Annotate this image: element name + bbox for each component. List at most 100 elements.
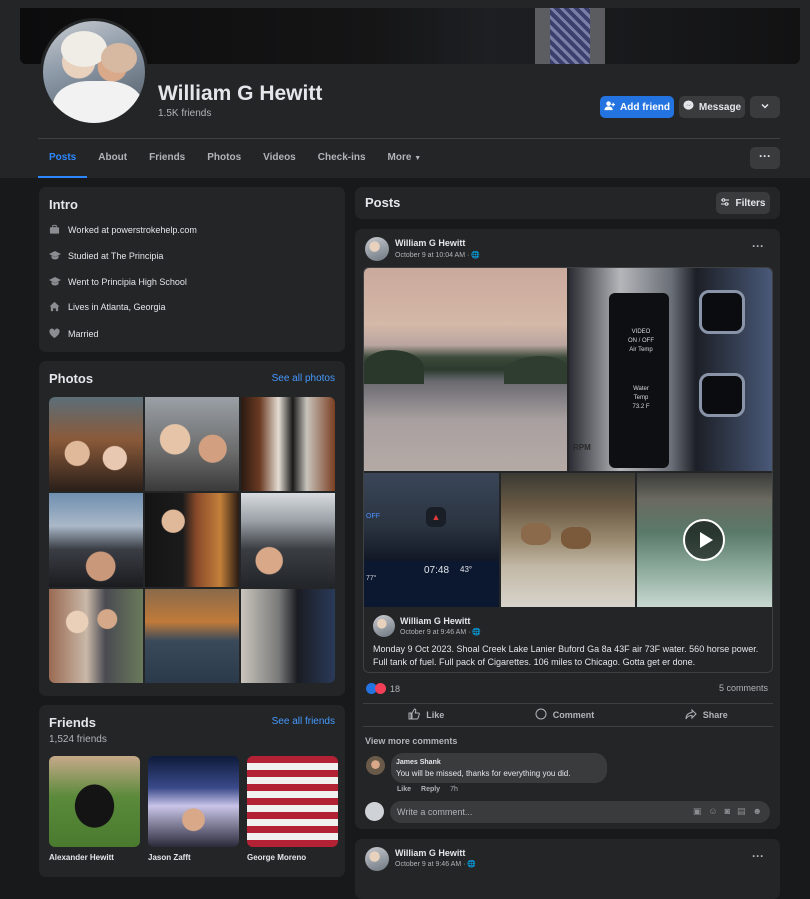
dash-temp-label: Temp: [633, 395, 649, 401]
post-timestamp[interactable]: October 9 at 9:46 AM ·: [395, 861, 467, 868]
photo-thumbnail[interactable]: [241, 493, 335, 587]
dash-air-temp-label: Air Temp: [629, 347, 653, 353]
dash-button: [699, 290, 745, 334]
photo-thumbnail[interactable]: [145, 493, 239, 587]
tab-more-label: More: [387, 152, 412, 163]
comment-bubble-icon: [535, 708, 547, 722]
see-all-friends-link[interactable]: See all friends: [272, 716, 335, 727]
shared-post-meta[interactable]: October 9 at 9:46 AM · 🌐: [400, 628, 481, 636]
post-meta[interactable]: October 9 at 9:46 AM · 🌐: [395, 860, 476, 868]
post-author-name[interactable]: William G Hewitt: [395, 848, 465, 858]
post-author-name[interactable]: William G Hewitt: [395, 238, 465, 248]
post-author-avatar[interactable]: [365, 237, 389, 261]
post-author-avatar[interactable]: [365, 847, 389, 871]
post-photo-dashboard[interactable]: VIDEO ON / OFF Air Temp Water Temp 73.2 …: [569, 268, 772, 471]
friend-name[interactable]: Alexander Hewitt: [49, 853, 140, 862]
comment-reply-link[interactable]: Reply: [421, 786, 440, 793]
home-icon: [49, 301, 60, 312]
avatar-sticker-icon[interactable]: ☻: [753, 806, 762, 817]
intro-work-text: Worked at powerstrokehelp.com: [68, 224, 197, 235]
post-action-bar: Like Comment Share: [363, 703, 773, 727]
comment-time[interactable]: 7h: [450, 786, 458, 793]
post-photo-car-dash[interactable]: OFF ▲ 07:48 43° 77°: [364, 473, 499, 607]
comment-button[interactable]: Comment: [535, 708, 594, 722]
shared-post-author-avatar[interactable]: [373, 615, 395, 637]
dash-off-label: OFF: [366, 513, 380, 520]
comment-input-placeholder: Write a comment...: [397, 807, 473, 817]
comments-count[interactable]: 5 comments: [719, 683, 768, 693]
tree-line: [504, 356, 567, 384]
commenter-avatar[interactable]: [366, 756, 385, 775]
photo-thumbnail[interactable]: [145, 589, 239, 683]
intro-item-home: Lives in Atlanta, Georgia: [49, 301, 166, 312]
photo-thumbnail[interactable]: [241, 397, 335, 491]
profile-more-button[interactable]: [750, 96, 780, 118]
tab-about[interactable]: About: [87, 140, 138, 178]
tab-friends[interactable]: Friends: [138, 140, 196, 178]
shared-post-timestamp[interactable]: October 9 at 9:46 AM ·: [400, 629, 472, 636]
photo-thumbnail[interactable]: [49, 589, 143, 683]
photos-card: Photos See all photos: [39, 361, 345, 696]
car-temp: 43°: [460, 565, 473, 574]
add-friend-label: Add friend: [620, 101, 670, 113]
post-meta[interactable]: October 9 at 10:04 AM · 🌐: [395, 251, 480, 259]
comment-like-link[interactable]: Like: [397, 786, 411, 793]
photo-thumbnail[interactable]: [241, 589, 335, 683]
post-photo-deer[interactable]: [501, 473, 635, 607]
like-button[interactable]: Like: [408, 708, 444, 722]
post-photo-lake[interactable]: [364, 268, 567, 471]
comment-input[interactable]: Write a comment... ▣ ☺ ◙ ▤ ☻: [390, 801, 770, 823]
camera-icon[interactable]: ◙: [725, 806, 730, 817]
gauge-text: VIDEO ON / OFF Air Temp Water Temp 73.2 …: [621, 328, 661, 412]
photo-thumbnail[interactable]: [49, 397, 143, 491]
share-arrow-icon: [685, 708, 697, 722]
friend-name[interactable]: Jason Zafft: [148, 853, 239, 862]
friends-card: Friends 1,524 friends See all friends Al…: [39, 705, 345, 877]
tabs-more-options-button[interactable]: ···: [750, 147, 780, 169]
profile-avatar[interactable]: [40, 18, 148, 126]
shared-post-frame[interactable]: VIDEO ON / OFF Air Temp Water Temp 73.2 …: [363, 267, 773, 673]
profile-name: William G Hewitt: [158, 82, 323, 105]
tab-more[interactable]: More ▼: [377, 140, 433, 178]
reaction-count[interactable]: 18: [390, 684, 400, 694]
photo-thumbnail[interactable]: [49, 493, 143, 587]
intro-item-highschool: Went to Principia High School: [49, 276, 187, 287]
tab-posts[interactable]: Posts: [38, 140, 88, 178]
filters-button[interactable]: Filters: [716, 192, 770, 214]
message-button[interactable]: Message: [679, 96, 745, 118]
reaction-summary[interactable]: 18: [366, 683, 400, 694]
add-friend-button[interactable]: Add friend: [600, 96, 674, 118]
friend-photo[interactable]: [247, 756, 338, 847]
gif-icon[interactable]: ▤: [737, 806, 746, 817]
friend-item[interactable]: Alexander Hewitt: [49, 756, 140, 862]
dash-water-label: Water: [633, 386, 649, 392]
friend-item[interactable]: George Moreno: [247, 756, 338, 862]
tab-photos[interactable]: Photos: [196, 140, 252, 178]
see-all-photos-link[interactable]: See all photos: [272, 373, 335, 384]
comment-author[interactable]: James Shank: [396, 759, 441, 766]
post-timestamp[interactable]: October 9 at 10:04 AM ·: [395, 252, 471, 259]
share-button[interactable]: Share: [685, 708, 728, 722]
view-more-comments-link[interactable]: View more comments: [365, 736, 457, 746]
post-options-button[interactable]: ···: [752, 849, 764, 863]
friend-name[interactable]: George Moreno: [247, 853, 338, 862]
sticker-icon[interactable]: ▣: [693, 806, 702, 817]
dash-video-label: VIDEO: [631, 329, 651, 335]
emoji-icon[interactable]: ☺: [708, 806, 717, 817]
post-options-button[interactable]: ···: [752, 239, 764, 253]
globe-icon: 🌐: [467, 861, 477, 868]
shared-post-author-name[interactable]: William G Hewitt: [400, 616, 470, 626]
friend-photo[interactable]: [49, 756, 140, 847]
tab-check-ins[interactable]: Check-ins: [307, 140, 377, 178]
intro-home-text: Lives in Atlanta, Georgia: [68, 301, 166, 312]
photo-thumbnail[interactable]: [145, 397, 239, 491]
profile-friends-count[interactable]: 1.5K friends: [158, 108, 211, 119]
friend-item[interactable]: Jason Zafft: [148, 756, 239, 862]
friend-photo[interactable]: [148, 756, 239, 847]
dash-rpm-label: RPM: [573, 443, 591, 452]
play-button[interactable]: [683, 519, 725, 561]
tab-videos[interactable]: Videos: [252, 140, 307, 178]
post-video-boat[interactable]: [637, 473, 772, 607]
current-user-avatar[interactable]: [365, 802, 384, 821]
add-person-icon: [604, 100, 615, 114]
